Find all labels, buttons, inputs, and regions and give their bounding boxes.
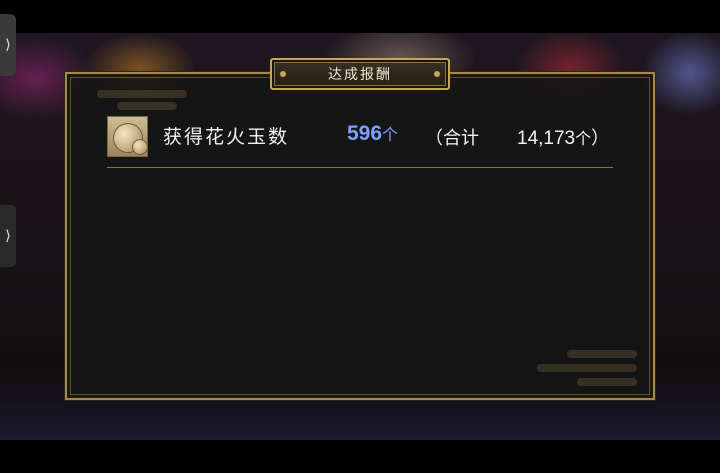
chevron-right-icon: ⟩ <box>5 228 11 244</box>
total-suffix: ） <box>591 128 610 149</box>
cloud-ornament <box>537 364 637 372</box>
chevron-right-icon: ⟩ <box>5 37 11 53</box>
total-count: 14,173个） <box>517 124 609 150</box>
panel-title: 达成报酬 <box>328 67 392 83</box>
plaque-rivet <box>434 71 440 77</box>
cloud-ornament <box>567 350 637 358</box>
side-expand-tab-top[interactable]: ⟩ <box>0 14 16 76</box>
cloud-ornament <box>97 90 187 98</box>
coin-small <box>132 139 148 155</box>
row-divider <box>107 167 613 168</box>
reward-count: 596个 <box>347 121 398 146</box>
panel-title-plaque: 达成报酬 <box>270 58 450 90</box>
side-expand-tab-middle[interactable]: ⟩ <box>0 205 16 267</box>
total-prefix: （合计 <box>425 128 479 149</box>
reward-count-unit: 个 <box>382 125 399 144</box>
reward-count-value: 596 <box>347 122 383 145</box>
total-count-value: 14,173 <box>517 128 576 149</box>
plaque-rivet <box>280 71 286 77</box>
firework-ball-icon <box>107 116 148 157</box>
cloud-ornament <box>577 378 637 386</box>
cloud-ornament <box>117 102 177 110</box>
reward-row: 获得花火玉数 596个 （合计 14,173个） <box>107 116 615 158</box>
reward-label: 获得花火玉数 <box>163 126 290 148</box>
total-count-unit: 个 <box>575 129 592 148</box>
